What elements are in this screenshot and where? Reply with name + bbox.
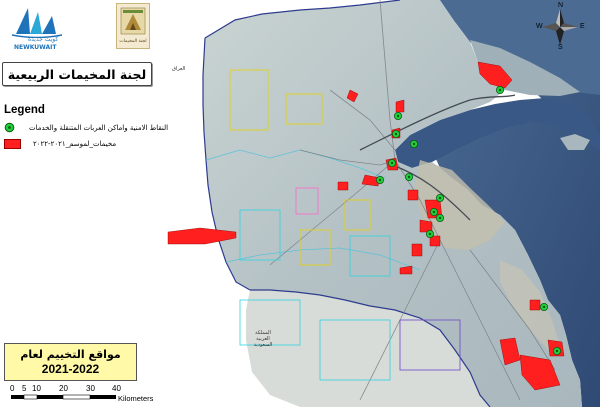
service-point (387, 158, 396, 167)
label-iraq: العراق (172, 66, 186, 72)
scale-tick-30: 30 (86, 384, 95, 393)
sail-logo-icon (11, 8, 63, 39)
camps-committee-logo: لجنة المخيمات (116, 3, 150, 49)
service-point (425, 229, 434, 238)
compass-s: S (558, 44, 563, 51)
scale-tick-0: 0 (10, 384, 15, 393)
label-saudi: المملكة العربية السعودية (253, 330, 273, 348)
service-point (540, 302, 549, 311)
scale-tick-40: 40 (112, 384, 121, 393)
camping-sites-box: مواقع التخييم لعام 2021-2022 (4, 343, 137, 381)
red-camp-icon (4, 139, 21, 149)
committee-title: لجنة المخيمات الربيعية (7, 66, 147, 82)
legend-title: Legend (4, 104, 45, 116)
camping-season-years: 2021-2022 (41, 361, 100, 376)
legend-label-points: النقاط الامنية واماكن العربات المتنقلة و… (29, 123, 169, 132)
service-point (409, 139, 418, 148)
service-point (495, 86, 504, 95)
legend-item-camps: مخيمات_لموسم_٢٠٢١-٢٠٢٢ (4, 139, 194, 149)
new-kuwait-logo: كويت جديدة NEWKUWAIT (8, 4, 66, 52)
service-point (429, 207, 438, 216)
tent-logo-icon (120, 7, 146, 35)
legend: Legend النقاط الامنية واماكن العربات الم… (4, 104, 194, 149)
logo-arabic-text: كويت جديدة (28, 36, 59, 43)
scale-unit: Kilometers (118, 394, 154, 403)
committee-title-box: لجنة المخيمات الربيعية (2, 62, 152, 86)
scale-bar: 0 5 10 20 30 40 Kilometers (10, 383, 160, 405)
service-point (435, 193, 444, 202)
camping-sites-title: مواقع التخييم لعام (20, 347, 121, 361)
logo2-caption: لجنة المخيمات (119, 39, 147, 44)
service-point (393, 112, 402, 121)
logo-english-text: NEWKUWAIT (14, 44, 57, 51)
green-point-icon (4, 122, 15, 133)
service-point (404, 172, 413, 181)
scale-tick-20: 20 (59, 384, 68, 393)
compass-n: N (558, 2, 564, 9)
service-point (375, 175, 384, 184)
legend-label-camps: مخيمات_لموسم_٢٠٢١-٢٠٢٢ (33, 140, 117, 148)
service-point (435, 213, 444, 222)
scale-tick-5: 5 (22, 384, 27, 393)
compass-w: W (536, 23, 543, 30)
legend-item-points: النقاط الامنية واماكن العربات المتنقلة و… (4, 122, 194, 133)
scale-tick-10: 10 (32, 384, 41, 393)
compass-e: E (580, 23, 585, 30)
service-point (391, 129, 400, 138)
service-point (553, 346, 562, 355)
